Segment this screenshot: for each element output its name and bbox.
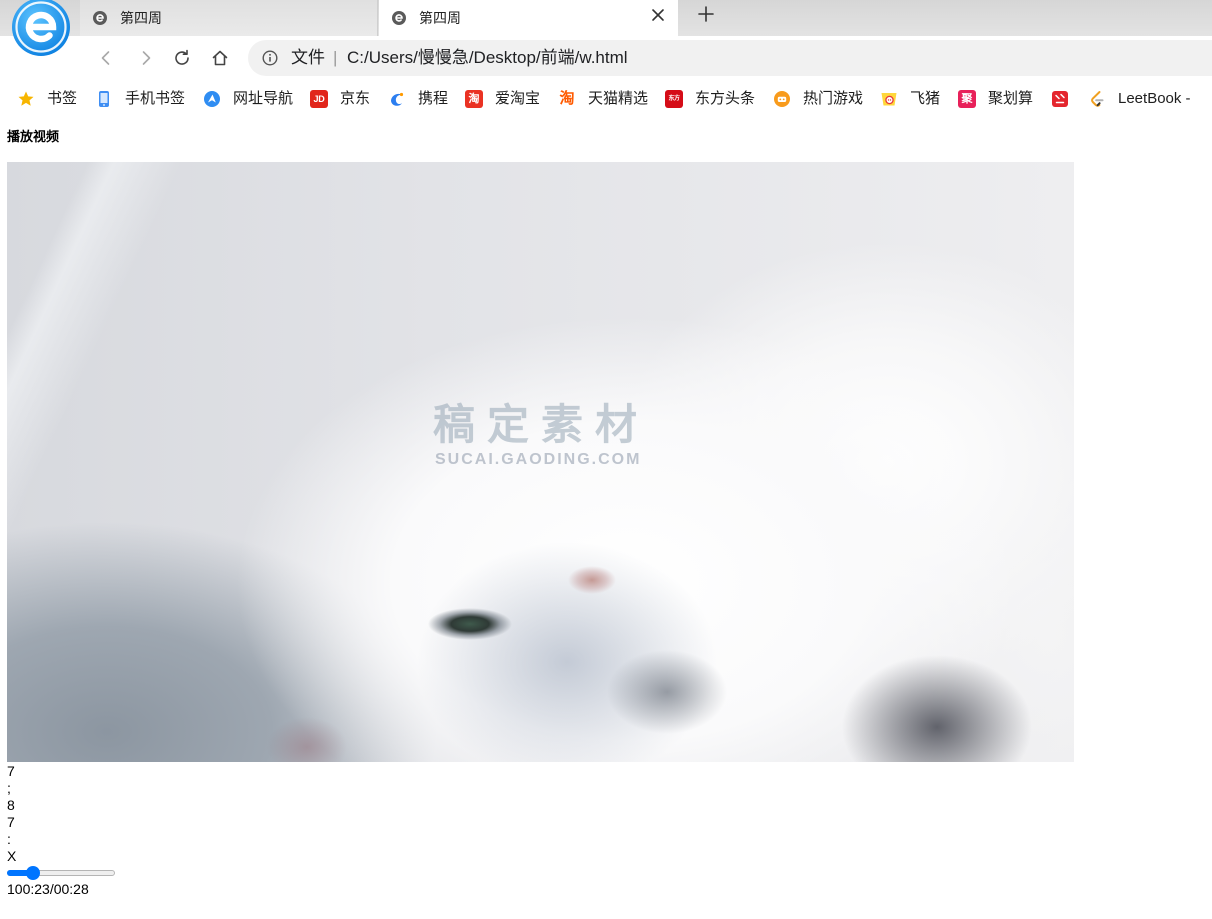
- close-icon[interactable]: [651, 8, 665, 22]
- bookmark-item[interactable]: [1051, 90, 1069, 108]
- player-control[interactable]: 7: [7, 763, 16, 780]
- mobile-bookmark-icon: [95, 90, 113, 108]
- tab-2[interactable]: 第四周: [379, 0, 678, 36]
- home-icon: [212, 50, 228, 66]
- bookmark-item[interactable]: LeetBook -: [1088, 90, 1191, 108]
- bookmark-label: 飞猪: [910, 90, 941, 107]
- bookmarks-bar: 书签 手机书签 网址导航 JD 京东 携程 淘 爱淘宝 淘 天猫精选 东方 东方…: [0, 80, 1212, 118]
- home-button[interactable]: [206, 44, 234, 72]
- video-player[interactable]: 稿定素材 SUCAI.GAODING.COM: [7, 162, 1074, 762]
- player-control[interactable]: ;: [7, 780, 16, 797]
- url-text[interactable]: C:/Users/慢慢急/Desktop/前端/w.html: [347, 48, 628, 68]
- bookmark-item[interactable]: 手机书签: [95, 90, 185, 108]
- bookmark-label: 爱淘宝: [495, 90, 541, 107]
- player-control[interactable]: X: [7, 848, 16, 865]
- forward-arrow-icon: [142, 51, 151, 65]
- player-control[interactable]: 7: [7, 814, 16, 831]
- back-arrow-icon: [101, 51, 110, 65]
- bookmark-item[interactable]: 飞猪: [880, 90, 940, 108]
- player-control[interactable]: :: [7, 831, 16, 848]
- bookmark-item[interactable]: 淘 天猫精选: [558, 90, 648, 108]
- address-separator: |: [333, 48, 338, 67]
- bookmark-label: 东方头条: [695, 90, 756, 107]
- page-heading: 播放视频: [7, 129, 60, 144]
- tab-1[interactable]: 第四周: [80, 0, 378, 36]
- bookmark-item[interactable]: 聚 聚划算: [958, 90, 1033, 108]
- bookmark-label: 手机书签: [125, 90, 186, 107]
- games-icon: [773, 90, 791, 108]
- watermark-url: SUCAI.GAODING.COM: [435, 451, 642, 468]
- player-controls: 7 ; 8 7 : X: [7, 763, 16, 865]
- tab-title: 第四周: [120, 10, 162, 26]
- bookmark-item[interactable]: 东方 东方头条: [665, 90, 755, 108]
- red-bookmark-icon: [1051, 90, 1069, 108]
- watermark-title: 稿定素材: [433, 401, 650, 448]
- back-button[interactable]: [92, 44, 120, 72]
- forward-button[interactable]: [132, 44, 160, 72]
- fliggy-icon: [880, 90, 898, 108]
- reload-button[interactable]: [168, 44, 196, 72]
- bookmark-label: 携程: [418, 90, 449, 107]
- juhuasuan-icon: 聚: [958, 90, 976, 108]
- aitaobao-icon: 淘: [465, 90, 483, 108]
- bookmark-label: 京东: [340, 90, 371, 107]
- time-display: 100:23/00:28: [7, 881, 89, 897]
- tab-strip: 第四周 第四周: [0, 0, 1212, 36]
- web-navigation-icon: [203, 90, 221, 108]
- plus-icon[interactable]: [697, 5, 715, 23]
- page-icon: [392, 11, 406, 25]
- bookmark-label: 聚划算: [988, 90, 1034, 107]
- bookmark-label: 天猫精选: [588, 90, 649, 107]
- ctrip-icon: [388, 90, 406, 108]
- bookmark-label: 网址导航: [233, 90, 294, 107]
- browser-logo-icon[interactable]: [11, 0, 71, 57]
- leetbook-icon: [1088, 90, 1106, 108]
- bookmark-item[interactable]: 淘 爱淘宝: [465, 90, 540, 108]
- player-control[interactable]: 8: [7, 797, 16, 814]
- reload-icon: [175, 49, 189, 65]
- bookmark-label: 书签: [47, 90, 78, 107]
- bookmark-label: LeetBook -: [1118, 90, 1191, 107]
- page-icon: [93, 11, 107, 25]
- bookmark-item[interactable]: 携程: [388, 90, 448, 108]
- progress-slider[interactable]: [7, 865, 115, 881]
- slider-thumb[interactable]: [25, 866, 40, 880]
- address-scheme-label[interactable]: 文件: [291, 48, 325, 68]
- bookmark-label: 热门游戏: [803, 90, 864, 107]
- bookmark-item[interactable]: 书签: [17, 90, 77, 108]
- jd-icon: JD: [310, 90, 328, 108]
- star-icon: [17, 90, 35, 108]
- tab-title: 第四周: [419, 10, 461, 26]
- bookmark-item[interactable]: 热门游戏: [773, 90, 863, 108]
- eastday-icon: 东方: [665, 90, 683, 108]
- info-icon[interactable]: [262, 50, 278, 66]
- bookmark-item[interactable]: JD 京东: [310, 90, 370, 108]
- bookmark-item[interactable]: 网址导航: [203, 90, 293, 108]
- tmall-icon: 淘: [559, 90, 575, 107]
